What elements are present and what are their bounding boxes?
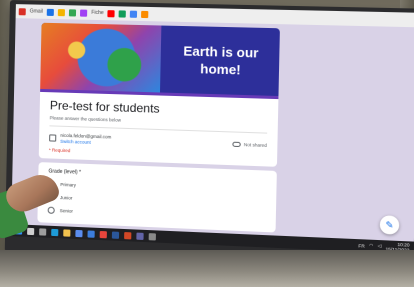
maps-icon[interactable] bbox=[130, 10, 138, 18]
option-label: Senior bbox=[59, 208, 73, 214]
task-view-icon[interactable] bbox=[39, 227, 47, 236]
word-icon[interactable] bbox=[111, 231, 120, 239]
bookmark-icon[interactable] bbox=[141, 10, 149, 18]
page-icon[interactable] bbox=[80, 9, 88, 17]
option-label: Primary bbox=[60, 182, 76, 188]
bookmark-label[interactable]: Fiche bbox=[91, 10, 104, 16]
not-shared-label: Not shared bbox=[243, 142, 267, 148]
cloud-icon bbox=[232, 141, 241, 148]
classroom-icon[interactable] bbox=[118, 9, 127, 18]
interactive-whiteboard: Gmail Fiche Earth is our home! Pre-test … bbox=[4, 0, 414, 271]
explorer-icon[interactable] bbox=[63, 228, 71, 237]
board-screen: Gmail Fiche Earth is our home! Pre-test … bbox=[11, 4, 414, 242]
docs-icon[interactable] bbox=[57, 8, 66, 16]
chrome-icon[interactable] bbox=[99, 230, 107, 238]
form-header-image: Earth is our home! bbox=[40, 22, 280, 97]
calendar-icon[interactable] bbox=[68, 8, 77, 16]
radio-option[interactable]: Primary bbox=[48, 180, 266, 197]
banner-title: Earth is our home! bbox=[183, 43, 259, 78]
pencil-icon[interactable]: ✎ bbox=[379, 215, 400, 235]
switch-account-link[interactable]: Switch account bbox=[60, 139, 111, 146]
radio-button[interactable] bbox=[47, 206, 55, 214]
settings-icon[interactable] bbox=[148, 232, 156, 241]
volume-icon[interactable]: ◁ bbox=[378, 243, 382, 249]
account-icon bbox=[49, 134, 57, 142]
mail-icon[interactable] bbox=[18, 7, 26, 15]
search-icon[interactable] bbox=[27, 227, 35, 235]
edge-icon[interactable] bbox=[51, 228, 59, 236]
wifi-icon[interactable]: ◠ bbox=[369, 243, 373, 249]
board-tray-shelf bbox=[0, 250, 414, 287]
bookmark-label[interactable]: Gmail bbox=[30, 8, 43, 14]
powerpoint-icon[interactable] bbox=[124, 231, 132, 239]
store-icon[interactable] bbox=[75, 229, 83, 237]
radio-option[interactable]: Senior bbox=[47, 206, 266, 223]
question-title: Grade (level) * bbox=[48, 168, 82, 176]
google-form: Earth is our home! Pre-test for students… bbox=[37, 22, 280, 236]
question-card: Grade (level) * Primary Junior Senior bbox=[37, 162, 277, 233]
drive-icon[interactable] bbox=[46, 8, 54, 16]
form-title-card: Pre-test for students Please answer the … bbox=[38, 88, 279, 167]
classroom-photo: Gmail Fiche Earth is our home! Pre-test … bbox=[0, 0, 414, 287]
mail-icon[interactable] bbox=[87, 229, 95, 238]
youtube-icon[interactable] bbox=[107, 9, 115, 17]
teams-icon[interactable] bbox=[136, 232, 144, 240]
option-label: Junior bbox=[59, 195, 73, 201]
language-indicator[interactable]: FR bbox=[358, 243, 365, 248]
earth-illustration bbox=[40, 22, 162, 93]
